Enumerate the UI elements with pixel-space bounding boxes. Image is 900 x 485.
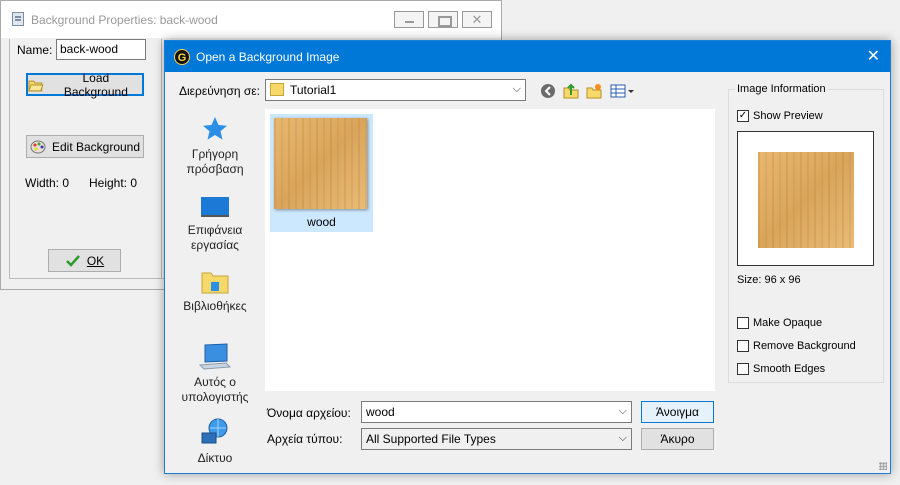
open-folder-icon [28,80,44,91]
preview-image [758,152,854,248]
preview-frame [737,131,874,266]
name-label: Name: [17,43,53,57]
dialog-close-button[interactable]: ✕ [867,46,880,66]
smooth-edges-label: Smooth Edges [753,363,826,375]
dialog-title: Open a Background Image [196,50,340,64]
open-button[interactable]: Άνοιγμα [641,401,714,423]
chevron-down-icon: ⌵ [512,83,521,95]
width-text: Width: 0 [25,176,70,190]
minimize-button[interactable] [394,11,424,28]
checkmark-icon [65,254,80,267]
document-icon [12,12,24,26]
desktop-icon [201,197,229,217]
computer-icon [199,343,231,370]
name-input[interactable]: back-wood [56,39,146,60]
dialog-titlebar[interactable]: G Open a Background Image ✕ [165,41,890,72]
image-information-legend: Image Information [735,83,828,95]
lookin-value: Tutorial1 [290,83,337,97]
lookin-combo[interactable]: Tutorial1 ⌵ [265,79,526,101]
checkbox-icon [737,317,749,329]
load-background-label: Load Background [63,70,128,99]
place-network-label: Δίκτυο [197,451,233,465]
place-desktop-label: Επιφάνεια εργασίας [187,223,243,252]
image-information-group: Image Information ✓ Show Preview Size: 9… [728,83,884,383]
remove-background-checkbox[interactable]: Remove Background [737,340,856,352]
star-icon [203,117,227,140]
filename-value: wood [366,405,395,419]
edit-background-label: Edit Background [51,139,141,154]
make-opaque-label: Make Opaque [753,317,823,329]
bg-window-titlebar[interactable]: Background Properties: back-wood ✕ [1,1,501,38]
place-libraries-label: Βιβλιοθήκες [183,299,247,313]
make-opaque-checkbox[interactable]: Make Opaque [737,317,822,329]
edit-background-button[interactable]: Edit Background [26,135,144,158]
view-menu-icon[interactable] [610,83,634,99]
open-background-dialog: G Open a Background Image ✕ Διερεύνηση σ… [164,40,891,474]
place-this-pc[interactable]: Αυτός ο υπολογιστής [179,343,251,405]
back-icon[interactable] [540,83,556,99]
filename-combo[interactable]: wood ⌵ [361,401,632,423]
place-desktop[interactable]: Επιφάνεια εργασίας [179,195,251,253]
new-folder-icon[interactable] [586,83,602,99]
filetype-combo[interactable]: All Supported File Types ⌵ [361,428,632,450]
place-this-pc-label: Αυτός ο υπολογιστής [181,375,249,404]
place-quick-access[interactable]: Γρήγορη πρόσβαση [179,115,251,177]
folder-icon [270,83,284,97]
bg-window-divider [161,39,162,279]
place-libraries[interactable]: Βιβλιοθήκες [179,269,251,314]
up-folder-icon[interactable] [563,83,579,99]
file-item[interactable]: wood [270,114,373,232]
checkbox-checked-icon: ✓ [737,110,749,122]
ok-button[interactable]: OK [48,249,121,272]
maximize-button[interactable] [428,11,458,28]
load-background-button[interactable]: Load Background [26,70,144,99]
filetype-value: All Supported File Types [366,432,496,446]
library-icon [201,272,229,294]
close-button[interactable]: ✕ [462,11,492,28]
checkbox-icon [737,340,749,352]
resize-grip-icon[interactable] [879,462,887,470]
place-network[interactable]: Δίκτυο [179,417,251,466]
file-name: wood [307,215,336,229]
ok-label: OK [86,253,105,268]
show-preview-checkbox[interactable]: ✓ Show Preview [737,110,823,122]
image-size-text: Size: 96 x 96 [737,274,801,286]
app-logo-icon: G [174,49,190,65]
smooth-edges-checkbox[interactable]: Smooth Edges [737,363,825,375]
remove-background-label: Remove Background [753,340,856,352]
show-preview-label: Show Preview [753,110,823,122]
bg-window-title: Background Properties: back-wood [31,13,218,27]
chevron-down-icon: ⌵ [618,405,627,417]
height-text: Height: 0 [89,176,138,190]
file-thumbnail [274,118,367,209]
file-list[interactable]: wood [265,109,715,391]
checkbox-icon [737,363,749,375]
filetype-label: Αρχεία τύπου: [267,432,343,446]
lookin-label: Διερεύνηση σε: [179,84,260,98]
network-icon [201,418,228,444]
cancel-button[interactable]: Άκυρο [641,428,714,450]
palette-icon [30,140,46,153]
chevron-down-icon: ⌵ [618,432,627,444]
filename-label: Όνομα αρχείου: [267,406,351,420]
place-quick-access-label: Γρήγορη πρόσβαση [186,147,244,176]
